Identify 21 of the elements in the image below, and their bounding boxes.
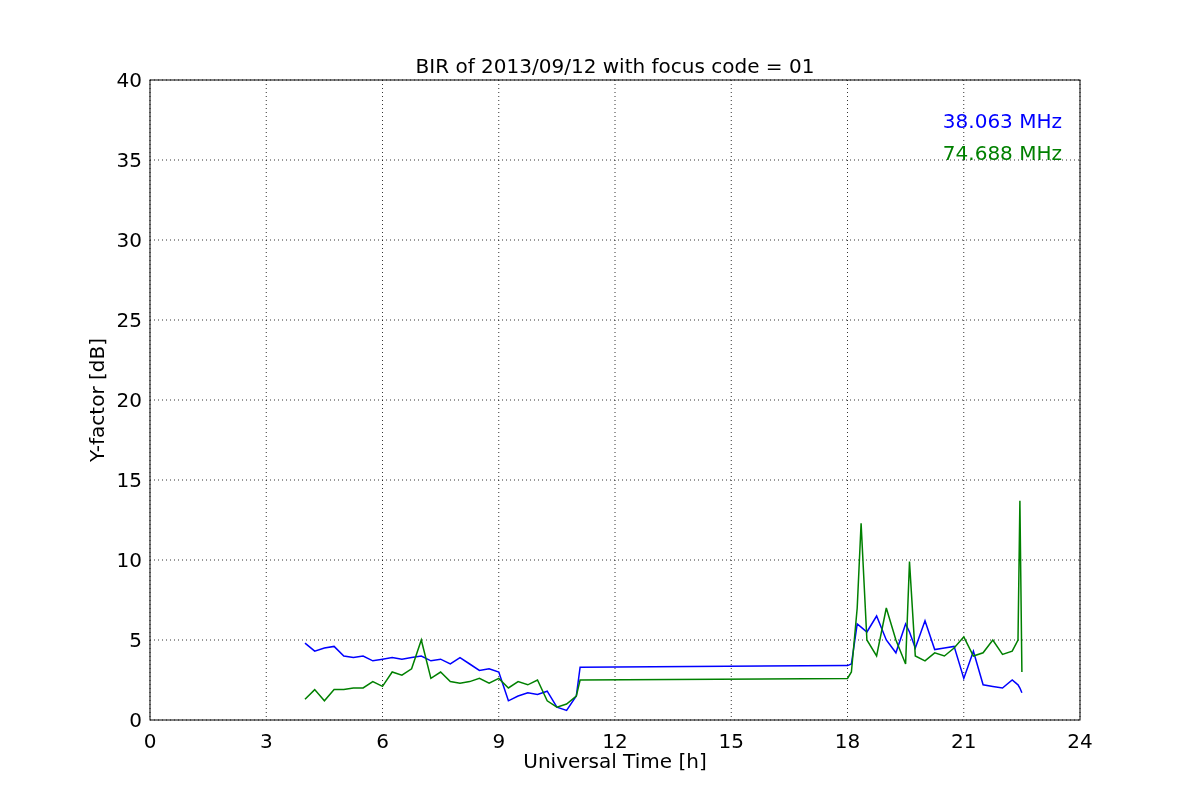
chart-title: BIR of 2013/09/12 with focus code = 01 (415, 54, 815, 78)
y-axis-label: Y-factor [dB] (85, 338, 109, 462)
x-tick-label: 15 (718, 729, 744, 753)
y-tick-label: 5 (129, 628, 142, 652)
y-tick-label: 35 (116, 148, 142, 172)
y-tick-label: 15 (116, 468, 142, 492)
x-tick-label: 24 (1067, 729, 1093, 753)
legend-label: 38.063 MHz (942, 109, 1062, 133)
x-tick-label: 21 (951, 729, 977, 753)
y-tick-label: 25 (116, 308, 142, 332)
y-tick-label: 30 (116, 228, 142, 252)
y-tick-label: 40 (116, 68, 142, 92)
x-tick-label: 0 (143, 729, 157, 753)
y-tick-label: 0 (129, 708, 142, 732)
legend-label: 74.688 MHz (942, 141, 1062, 165)
y-tick-label: 20 (116, 388, 142, 412)
x-tick-label: 9 (492, 729, 506, 753)
y-tick-label: 10 (116, 548, 142, 572)
x-tick-label: 6 (376, 729, 389, 753)
x-tick-label: 18 (834, 729, 861, 753)
x-tick-label: 3 (259, 729, 273, 753)
